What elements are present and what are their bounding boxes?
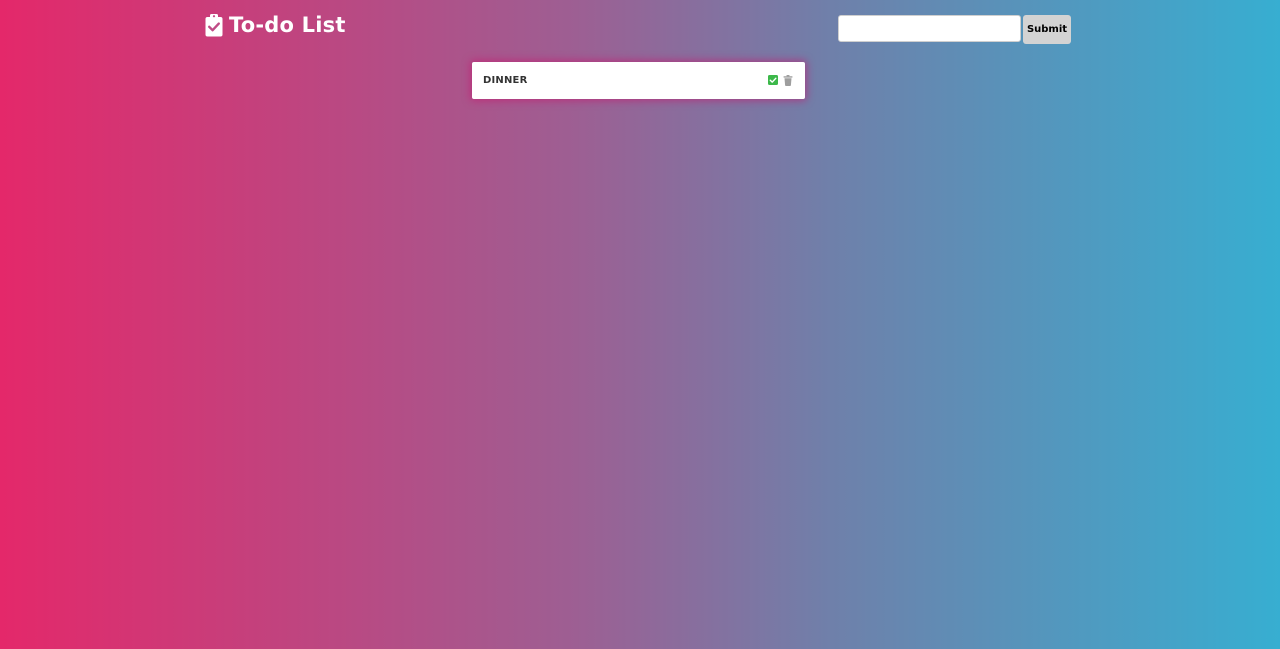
todo-list: DINNER [472,62,805,99]
app-title-text: To-do List [229,13,346,37]
todo-actions [768,75,793,86]
submit-button[interactable]: Submit [1023,15,1071,44]
todo-form: Submit [838,15,1071,44]
todo-item: DINNER [472,62,805,99]
page-title: To-do List [205,13,346,37]
clipboard-check-icon [205,13,223,37]
todo-input[interactable] [838,15,1021,42]
todo-text: DINNER [483,75,528,86]
trash-icon[interactable] [783,75,793,86]
check-square-icon[interactable] [768,75,778,86]
